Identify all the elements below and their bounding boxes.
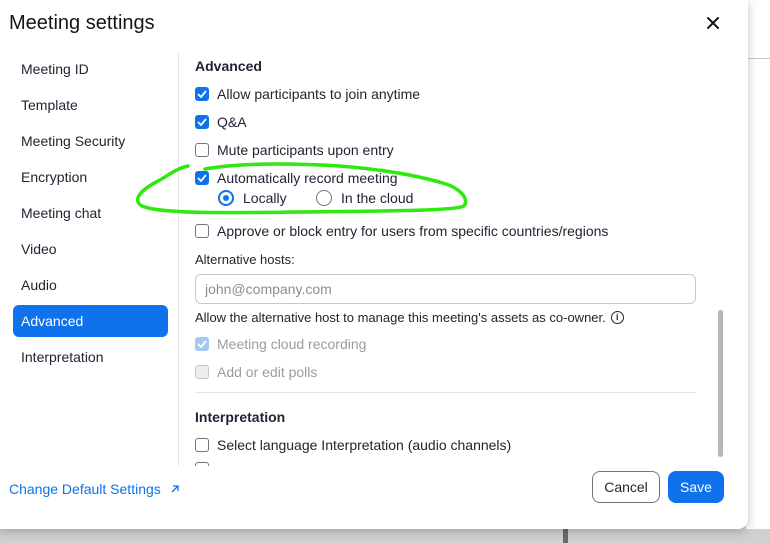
checkmark-icon (197, 90, 207, 98)
approve-block-option[interactable]: Approve or block entry for users from sp… (195, 223, 608, 239)
content-scrollbar[interactable] (718, 310, 723, 457)
dialog-title: Meeting settings (9, 12, 155, 34)
sidebar-item-meeting-chat[interactable]: Meeting chat (13, 197, 168, 229)
allow-join-anytime-option[interactable]: Allow participants to join anytime (195, 86, 420, 102)
edit-polls-label: Add or edit polls (217, 364, 318, 380)
sidebar-item-advanced[interactable]: Advanced (13, 305, 168, 337)
language-interpretation-label: Select language Interpretation (audio ch… (217, 437, 512, 453)
record-cloud-radio[interactable] (316, 190, 332, 206)
next-option-checkbox[interactable] (195, 462, 209, 466)
allow-join-anytime-checkbox[interactable] (195, 87, 209, 101)
sidebar-item-encryption[interactable]: Encryption (13, 161, 168, 193)
mute-on-entry-label: Mute participants upon entry (217, 142, 394, 158)
record-cloud-label: In the cloud (341, 190, 414, 206)
record-cloud-option[interactable]: In the cloud (316, 190, 413, 206)
info-icon[interactable]: i (610, 311, 624, 324)
qa-option[interactable]: Q&A (195, 114, 247, 130)
advanced-heading: Advanced (195, 58, 262, 74)
settings-sidebar: Meeting ID Template Meeting Security Enc… (13, 53, 168, 377)
background-divider (746, 58, 770, 59)
checkmark-icon (197, 174, 207, 182)
change-default-settings-label: Change Default Settings (9, 481, 161, 497)
sidebar-item-meeting-id[interactable]: Meeting ID (13, 53, 168, 85)
checkmark-icon (197, 340, 207, 348)
background-separator (563, 529, 568, 543)
sidebar-item-template[interactable]: Template (13, 89, 168, 121)
alt-hosts-note: Allow the alternative host to manage thi… (195, 310, 624, 325)
cloud-recording-checkbox (195, 337, 209, 351)
cloud-recording-label: Meeting cloud recording (217, 336, 367, 352)
cancel-button[interactable]: Cancel (592, 471, 660, 503)
sidebar-divider (178, 53, 179, 466)
next-option-partial[interactable] (195, 462, 217, 466)
alt-hosts-note-text: Allow the alternative host to manage thi… (195, 310, 606, 325)
approve-block-label: Approve or block entry for users from sp… (217, 223, 609, 239)
meeting-settings-dialog: Meeting settings Meeting ID Template Mee… (0, 0, 748, 529)
interpretation-heading: Interpretation (195, 409, 286, 425)
mute-on-entry-option[interactable]: Mute participants upon entry (195, 142, 394, 158)
record-locally-option[interactable]: Locally (218, 190, 287, 206)
auto-record-checkbox[interactable] (195, 171, 209, 185)
approve-block-checkbox[interactable] (195, 224, 209, 238)
auto-record-option[interactable]: Automatically record meeting (195, 170, 398, 186)
record-locally-label: Locally (243, 190, 287, 206)
edit-polls-option: Add or edit polls (195, 364, 317, 380)
section-divider (195, 392, 696, 393)
language-interpretation-checkbox[interactable] (195, 438, 209, 452)
language-interpretation-option[interactable]: Select language Interpretation (audio ch… (195, 437, 511, 453)
sidebar-item-meeting-security[interactable]: Meeting Security (13, 125, 168, 157)
external-link-icon (171, 485, 179, 493)
allow-join-anytime-label: Allow participants to join anytime (217, 86, 421, 102)
alt-hosts-input[interactable] (195, 274, 696, 304)
mute-on-entry-checkbox[interactable] (195, 143, 209, 157)
advanced-settings-panel: Advanced Allow participants to join anyt… (195, 56, 697, 466)
cloud-recording-option: Meeting cloud recording (195, 336, 366, 352)
save-button[interactable]: Save (668, 471, 724, 503)
qa-checkbox[interactable] (195, 115, 209, 129)
sidebar-item-interpretation[interactable]: Interpretation (13, 341, 168, 373)
qa-label: Q&A (217, 114, 247, 130)
close-icon[interactable] (702, 12, 724, 34)
background-strip (0, 529, 770, 543)
auto-record-label: Automatically record meeting (217, 170, 398, 186)
alt-hosts-label: Alternative hosts: (195, 252, 295, 267)
checkmark-icon (197, 118, 207, 126)
background-window (746, 0, 770, 543)
edit-polls-checkbox (195, 365, 209, 379)
sidebar-item-video[interactable]: Video (13, 233, 168, 265)
record-locally-radio[interactable] (218, 190, 234, 206)
change-default-settings-link[interactable]: Change Default Settings (9, 481, 181, 497)
sidebar-item-audio[interactable]: Audio (13, 269, 168, 301)
